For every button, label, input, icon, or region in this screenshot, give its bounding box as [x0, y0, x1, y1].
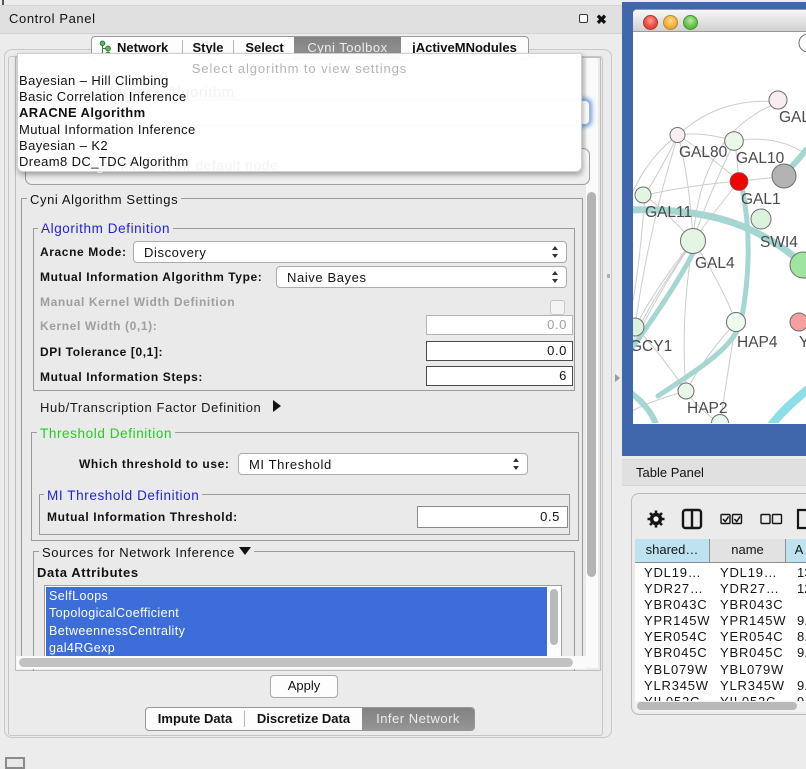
svg-text:GAL1: GAL1: [741, 191, 781, 208]
svg-text:GAL11: GAL11: [645, 204, 692, 221]
svg-text:SWI4: SWI4: [760, 234, 798, 251]
svg-text:GAL80: GAL80: [679, 144, 728, 161]
svg-text:HAP2: HAP2: [687, 400, 728, 417]
svg-text:GAL10: GAL10: [736, 150, 785, 167]
svg-text:Y: Y: [799, 334, 806, 351]
svg-text:GAL: GAL: [779, 109, 806, 126]
svg-text:GAL4: GAL4: [695, 255, 735, 272]
svg-text:HAP4: HAP4: [737, 334, 778, 351]
svg-text:GCY1: GCY1: [633, 338, 672, 355]
